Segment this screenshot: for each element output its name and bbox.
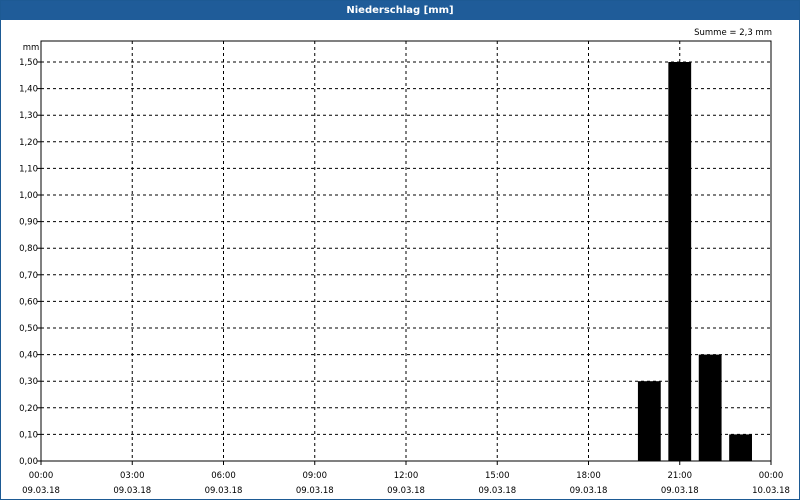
x-tick-time: 18:00 — [576, 471, 601, 481]
y-tick-label: 0,90 — [19, 218, 38, 228]
grid-lines — [41, 41, 771, 461]
precipitation-chart: Summe = 2,3 mm mm 0,000,100,200,300,400,… — [19, 28, 790, 496]
x-tick-date: 09.03.18 — [296, 486, 334, 496]
x-tick-time: 21:00 — [668, 471, 693, 481]
x-tick-time: 03:00 — [120, 471, 145, 481]
precipitation-bar — [668, 62, 692, 461]
x-tick-time: 00:00 — [759, 471, 784, 481]
x-tick-date: 09.03.18 — [570, 486, 608, 496]
chart-window: Niederschlag [mm] Summe = 2,3 mm mm 0,00… — [0, 0, 800, 500]
y-tick-label: 0,10 — [19, 430, 38, 440]
y-axis-ticks: 0,00 0,10 0,20 0,30 0,40 0,50 0,60 0,70 0,80 0,90… — [19, 58, 41, 467]
precipitation-bar — [637, 381, 661, 461]
x-tick-date: 09.03.18 — [22, 486, 60, 496]
y-tick-label: 0,40 — [19, 351, 38, 361]
precipitation-bar — [729, 434, 752, 461]
x-axis-ticks: 00:00 09.03.18 03:00 09.03.18 06:00 09.03.18 0… — [22, 461, 790, 496]
y-tick-label: 1,30 — [19, 111, 38, 121]
x-tick-date: 09.03.18 — [478, 486, 516, 496]
x-tick-time: 09:00 — [303, 471, 328, 481]
y-tick-label: 0,30 — [19, 377, 38, 387]
bars — [637, 62, 752, 461]
precipitation-bar — [698, 354, 722, 461]
y-tick-label: 0,70 — [19, 271, 38, 281]
sum-label: Summe = 2,3 mm — [694, 28, 772, 38]
x-tick-date: 09.03.18 — [113, 486, 151, 496]
x-tick-time: 06:00 — [211, 471, 236, 481]
y-tick-label: 0,50 — [19, 324, 38, 334]
y-tick-label: 1,10 — [19, 164, 38, 174]
x-tick-date: 09.03.18 — [661, 486, 699, 496]
y-tick-label: 0,60 — [19, 297, 38, 307]
y-tick-label: 1,50 — [19, 58, 38, 68]
y-tick-label: 0,00 — [19, 457, 38, 467]
x-tick-time: 15:00 — [485, 471, 510, 481]
y-axis-unit: mm — [23, 43, 40, 53]
x-tick-time: 00:00 — [29, 471, 54, 481]
x-tick-time: 12:00 — [394, 471, 419, 481]
y-tick-label: 1,20 — [19, 138, 38, 148]
y-tick-label: 0,80 — [19, 244, 38, 254]
x-tick-date: 09.03.18 — [205, 486, 243, 496]
y-tick-label: 1,00 — [19, 191, 38, 201]
x-tick-date: 10.03.18 — [752, 486, 790, 496]
x-tick-date: 09.03.18 — [387, 486, 425, 496]
y-tick-label: 1,40 — [19, 85, 38, 95]
y-tick-label: 0,20 — [19, 404, 38, 414]
